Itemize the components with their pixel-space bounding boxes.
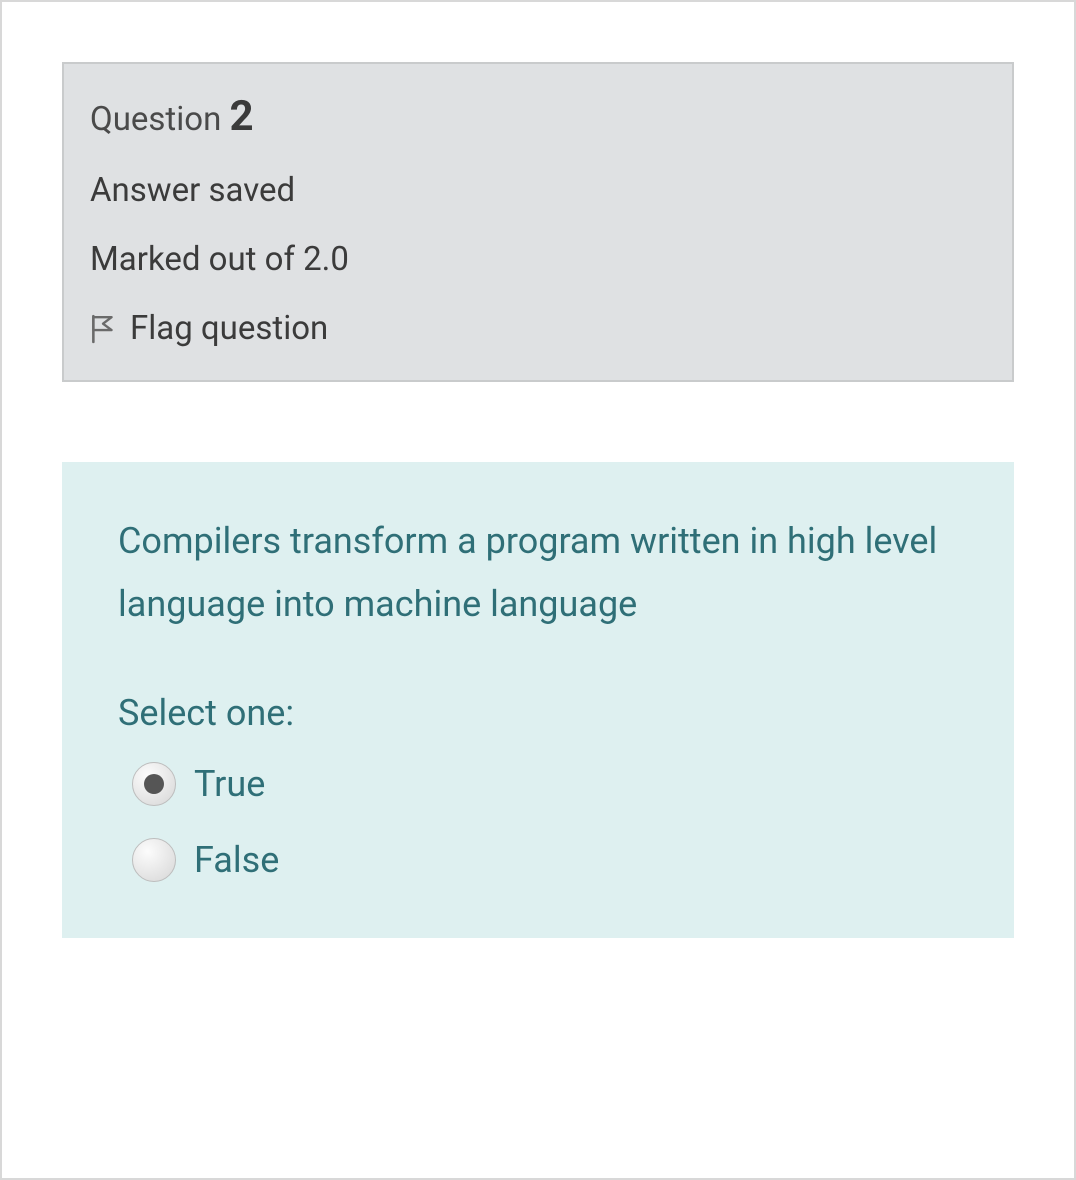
question-header: Question 2 Answer saved Marked out of 2.… <box>62 62 1014 382</box>
flag-question-link[interactable]: Flag question <box>90 309 986 348</box>
option-true[interactable]: True <box>132 762 958 806</box>
question-text: Compilers transform a program written in… <box>118 510 958 636</box>
marked-out-of: Marked out of 2.0 <box>90 240 986 279</box>
flag-icon <box>90 314 116 344</box>
question-body: Compilers transform a program written in… <box>62 462 1014 938</box>
flag-label: Flag question <box>130 309 328 348</box>
option-false-label: False <box>194 839 279 881</box>
option-true-label: True <box>194 763 265 805</box>
question-number: 2 <box>229 92 253 141</box>
question-title-row: Question 2 <box>90 92 986 141</box>
question-word: Question <box>90 100 221 139</box>
quiz-container: Question 2 Answer saved Marked out of 2.… <box>0 0 1076 1180</box>
radio-true[interactable] <box>132 762 176 806</box>
radio-true-selected-indicator <box>144 774 164 794</box>
radio-false[interactable] <box>132 838 176 882</box>
option-false[interactable]: False <box>132 838 958 882</box>
select-one-label: Select one: <box>118 692 958 734</box>
answer-status: Answer saved <box>90 171 986 210</box>
